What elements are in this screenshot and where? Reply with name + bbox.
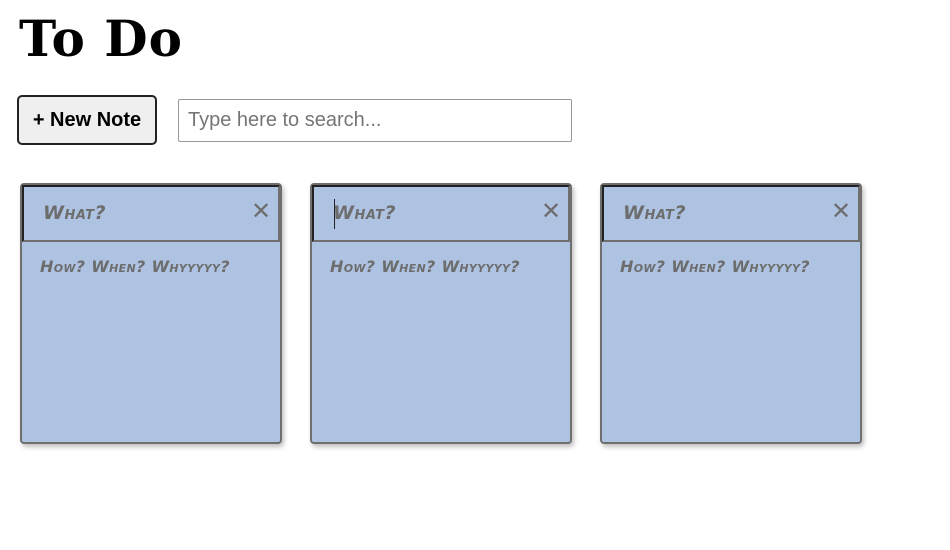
notes-list: What? ✕ How? When? Whyyyyy? What? ✕ How?…: [20, 183, 862, 444]
note-title-field[interactable]: What?: [602, 185, 860, 242]
new-note-button[interactable]: + New Note: [17, 95, 157, 145]
note-body-field[interactable]: How? When? Whyyyyy?: [330, 257, 520, 276]
note-card: What? ✕ How? When? Whyyyyy?: [20, 183, 282, 444]
note-title-field[interactable]: What?: [22, 185, 280, 242]
delete-icon[interactable]: ✕: [250, 199, 272, 223]
delete-icon[interactable]: ✕: [540, 199, 562, 223]
note-title-placeholder: What?: [43, 202, 107, 224]
note-title-placeholder: What?: [623, 202, 687, 224]
page-title: To Do: [19, 9, 183, 68]
note-body-field[interactable]: How? When? Whyyyyy?: [620, 257, 810, 276]
todo-app: To Do + New Note What? ✕ How? When? Whyy…: [0, 0, 950, 550]
search-input[interactable]: [178, 99, 572, 142]
note-title-placeholder: What?: [333, 202, 397, 224]
note-card: What? ✕ How? When? Whyyyyy?: [600, 183, 862, 444]
note-card: What? ✕ How? When? Whyyyyy?: [310, 183, 572, 444]
note-title-field[interactable]: What?: [312, 185, 570, 242]
note-body-field[interactable]: How? When? Whyyyyy?: [40, 257, 230, 276]
delete-icon[interactable]: ✕: [830, 199, 852, 223]
